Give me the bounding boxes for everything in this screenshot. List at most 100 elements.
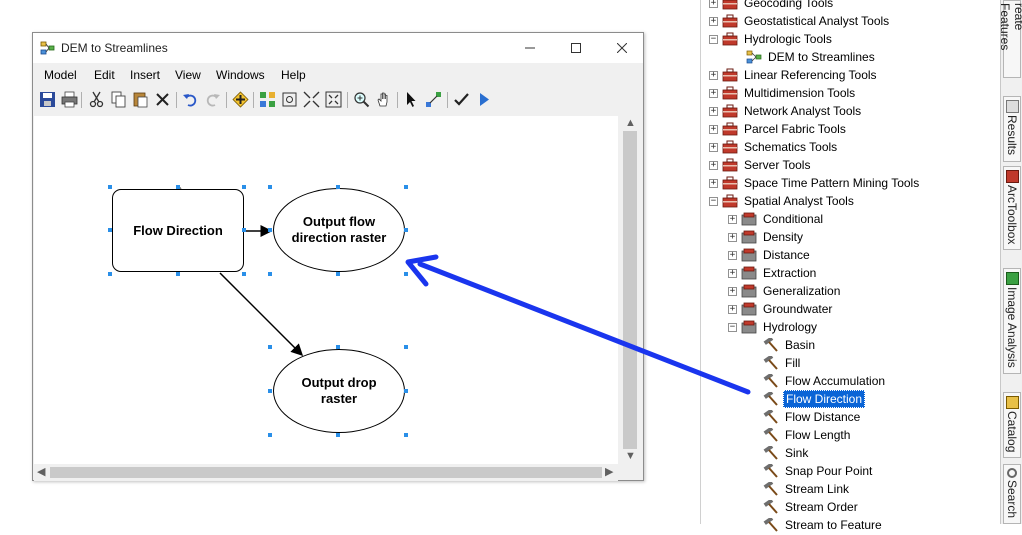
selection-handle[interactable] xyxy=(108,185,112,189)
horizontal-scrollbar[interactable]: ◀ ▶ xyxy=(34,464,618,481)
scroll-up-icon[interactable]: ▲ xyxy=(625,117,636,129)
expand-icon[interactable]: + xyxy=(709,88,718,98)
selection-handle[interactable] xyxy=(404,389,408,393)
delete-icon[interactable] xyxy=(154,91,171,108)
cut-icon[interactable] xyxy=(88,91,105,108)
close-button[interactable] xyxy=(599,33,645,63)
vertical-scroll-thumb[interactable] xyxy=(623,131,637,449)
validate-icon[interactable] xyxy=(453,91,470,108)
tree-item-groundwater[interactable]: + Groundwater xyxy=(728,300,834,318)
expand-icon[interactable]: + xyxy=(728,232,737,242)
tree-item-distance[interactable]: + Distance xyxy=(728,246,812,264)
tree-tool-flow-accumulation[interactable]: Flow Accumulation xyxy=(763,372,887,390)
tree-item-network-analyst-tools[interactable]: + Network Analyst Tools xyxy=(709,102,863,120)
output-drop-raster[interactable]: Output drop raster xyxy=(273,349,405,433)
menu-model[interactable]: Model xyxy=(44,68,77,82)
selection-handle[interactable] xyxy=(268,228,272,232)
tree-tool-basin[interactable]: Basin xyxy=(763,336,817,354)
output-flow-direction-raster[interactable]: Output flow direction raster xyxy=(273,188,405,272)
tree-tool-flow-distance[interactable]: Flow Distance xyxy=(763,408,862,426)
menu-insert[interactable]: Insert xyxy=(130,68,160,82)
expand-icon[interactable]: + xyxy=(709,70,718,80)
menu-help[interactable]: Help xyxy=(281,68,306,82)
add-data-icon[interactable] xyxy=(232,91,249,108)
menu-view[interactable]: View xyxy=(175,68,201,82)
tree-item-linear-referencing-tools[interactable]: + Linear Referencing Tools xyxy=(709,66,879,84)
tree-item-space-time-pattern-mining-tools[interactable]: + Space Time Pattern Mining Tools xyxy=(709,174,921,192)
scroll-left-icon[interactable]: ◀ xyxy=(37,465,45,478)
flow-direction-process[interactable]: Flow Direction xyxy=(112,189,244,272)
collapse-icon[interactable]: − xyxy=(709,34,718,44)
selection-handle[interactable] xyxy=(268,272,272,276)
tree-tool-fill[interactable]: Fill xyxy=(763,354,802,372)
maximize-button[interactable] xyxy=(553,33,599,63)
selection-handle[interactable] xyxy=(176,272,180,276)
print-icon[interactable] xyxy=(61,91,78,108)
tree-item-server-tools[interactable]: + Server Tools xyxy=(709,156,812,174)
tab-image-analysis[interactable]: Image Analysis xyxy=(1003,268,1021,374)
scroll-right-icon[interactable]: ▶ xyxy=(605,465,613,478)
selection-handle[interactable] xyxy=(242,272,246,276)
expand-icon[interactable]: + xyxy=(709,124,718,134)
expand-icon[interactable]: + xyxy=(709,0,718,8)
redo-icon[interactable] xyxy=(204,91,221,108)
selection-handle[interactable] xyxy=(336,272,340,276)
expand-icon[interactable]: + xyxy=(728,268,737,278)
selection-handle[interactable] xyxy=(404,433,408,437)
expand-icon[interactable]: + xyxy=(709,160,718,170)
tree-item-spatial-analyst-tools[interactable]: − Spatial Analyst Tools xyxy=(709,192,856,210)
expand-icon[interactable]: + xyxy=(728,214,737,224)
collapse-icon[interactable]: − xyxy=(728,322,737,332)
select-pointer-icon[interactable] xyxy=(403,91,420,108)
tree-item-geocoding-tools[interactable]: + Geocoding Tools xyxy=(709,0,835,12)
selection-handle[interactable] xyxy=(404,272,408,276)
tree-tool-stream-order[interactable]: Stream Order xyxy=(763,498,860,516)
menu-windows[interactable]: Windows xyxy=(216,68,265,82)
title-bar[interactable]: DEM to Streamlines xyxy=(33,33,643,63)
selection-handle[interactable] xyxy=(242,228,246,232)
tree-item-density[interactable]: + Density xyxy=(728,228,805,246)
auto-layout-icon[interactable] xyxy=(259,91,276,108)
selection-handle[interactable] xyxy=(108,228,112,232)
expand-icon[interactable]: + xyxy=(709,142,718,152)
selection-handle[interactable] xyxy=(108,272,112,276)
scroll-down-icon[interactable]: ▼ xyxy=(625,450,636,462)
tree-item-extraction[interactable]: + Extraction xyxy=(728,264,818,282)
selection-handle[interactable] xyxy=(242,185,246,189)
selection-handle[interactable] xyxy=(404,228,408,232)
tree-tool-flow-length[interactable]: Flow Length xyxy=(763,426,852,444)
tree-tool-snap-pour-point[interactable]: Snap Pour Point xyxy=(763,462,874,480)
selection-handle[interactable] xyxy=(336,185,340,189)
expand-icon[interactable]: + xyxy=(709,16,718,26)
tree-tool-stream-link[interactable]: Stream Link xyxy=(763,480,851,498)
paste-icon[interactable] xyxy=(132,91,149,108)
tree-item-schematics-tools[interactable]: + Schematics Tools xyxy=(709,138,839,156)
connect-icon[interactable] xyxy=(425,91,442,108)
expand-icon[interactable]: + xyxy=(728,286,737,296)
minimize-button[interactable] xyxy=(507,33,553,63)
save-icon[interactable] xyxy=(39,91,56,108)
selection-handle[interactable] xyxy=(336,433,340,437)
full-extent-icon[interactable] xyxy=(281,91,298,108)
expand-icon[interactable]: + xyxy=(709,178,718,188)
expand-icon[interactable]: + xyxy=(709,106,718,116)
selection-handle[interactable] xyxy=(404,185,408,189)
tab-results[interactable]: Results xyxy=(1003,96,1021,162)
horizontal-scroll-thumb[interactable] xyxy=(50,467,602,478)
tree-tool-stream-to-feature[interactable]: Stream to Feature xyxy=(763,516,884,534)
selection-handle[interactable] xyxy=(268,185,272,189)
selection-handle[interactable] xyxy=(268,345,272,349)
selection-handle[interactable] xyxy=(268,433,272,437)
undo-icon[interactable] xyxy=(182,91,199,108)
tab-create-features[interactable]: reate Features xyxy=(998,0,1022,78)
expand-icon[interactable]: + xyxy=(728,250,737,260)
tab-arctoolbox[interactable]: ArcToolbox xyxy=(1003,166,1021,250)
zoom-in-fixed-icon[interactable] xyxy=(303,91,320,108)
tree-tool-flow-direction[interactable]: Flow Direction xyxy=(763,390,866,408)
selection-handle[interactable] xyxy=(336,345,340,349)
copy-icon[interactable] xyxy=(110,91,127,108)
tab-catalog[interactable]: Catalog xyxy=(1003,392,1021,458)
tree-item-geostatistical-analyst-tools[interactable]: + Geostatistical Analyst Tools xyxy=(709,12,891,30)
tree-item-generalization[interactable]: + Generalization xyxy=(728,282,842,300)
selection-handle[interactable] xyxy=(268,389,272,393)
